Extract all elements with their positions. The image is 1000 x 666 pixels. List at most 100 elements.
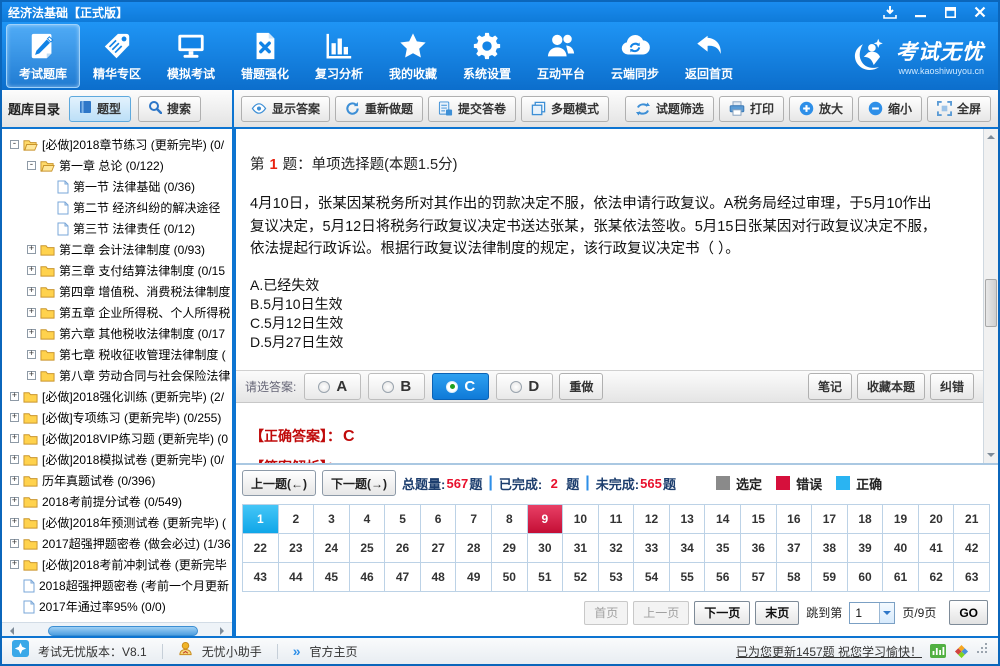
tree-item[interactable]: + 历年真题试卷 (0/396)	[2, 470, 232, 491]
notes-button[interactable]: 笔记	[808, 373, 852, 400]
grid-cell-62[interactable]: 62	[919, 563, 955, 592]
prev-question-button[interactable]: 上一题(←)	[242, 470, 316, 496]
grid-cell-53[interactable]: 53	[599, 563, 635, 592]
grid-cell-36[interactable]: 36	[741, 534, 777, 563]
go-button[interactable]: GO	[949, 600, 988, 625]
scrollbar-thumb[interactable]	[48, 626, 198, 636]
tree-item[interactable]: + [必做]2018年预测试卷 (更新完毕) (	[2, 512, 232, 533]
grid-cell-45[interactable]: 45	[314, 563, 350, 592]
stats-icon[interactable]	[930, 644, 946, 658]
grid-cell-11[interactable]: 11	[599, 505, 635, 534]
grid-cell-13[interactable]: 13	[670, 505, 706, 534]
tree-item[interactable]: - [必做]2018章节练习 (更新完毕) (0/	[2, 134, 232, 155]
tree-item[interactable]: 第二节 经济纠纷的解决途径	[2, 197, 232, 218]
tree-item[interactable]: + [必做]2018考前冲刺试卷 (更新完毕	[2, 554, 232, 575]
tree-item[interactable]: + 第二章 会计法律制度 (0/93)	[2, 239, 232, 260]
grid-cell-56[interactable]: 56	[705, 563, 741, 592]
grid-cell-57[interactable]: 57	[741, 563, 777, 592]
prev-page-button[interactable]: 上一页	[633, 601, 689, 625]
grid-cell-16[interactable]: 16	[777, 505, 813, 534]
grid-cell-42[interactable]: 42	[954, 534, 990, 563]
grid-cell-22[interactable]: 22	[243, 534, 279, 563]
resize-grip[interactable]	[977, 641, 988, 659]
grid-cell-30[interactable]: 30	[528, 534, 564, 563]
tree-item[interactable]: + 第八章 劳动合同与社会保险法律	[2, 365, 232, 386]
minimize-icon[interactable]	[912, 5, 928, 19]
tree-item[interactable]: + [必做]2018模拟试卷 (更新完毕) (0/	[2, 449, 232, 470]
maximize-icon[interactable]	[942, 5, 958, 19]
grid-cell-23[interactable]: 23	[279, 534, 315, 563]
zoom-in-button[interactable]: 放大	[789, 96, 853, 122]
filter-button[interactable]: 试题筛选	[625, 96, 714, 122]
grid-cell-60[interactable]: 60	[848, 563, 884, 592]
grid-cell-3[interactable]: 3	[314, 505, 350, 534]
scrollbar-thumb[interactable]	[985, 279, 997, 327]
question-type-button[interactable]: 题型	[69, 96, 131, 122]
toolbar-item-settings[interactable]: 系统设置	[450, 24, 524, 88]
scroll-down-arrow[interactable]	[984, 448, 998, 463]
search-button[interactable]: 搜索	[138, 96, 201, 122]
choice-C[interactable]: C	[432, 373, 489, 400]
grid-cell-58[interactable]: 58	[777, 563, 813, 592]
report-error-button[interactable]: 纠错	[930, 373, 974, 400]
grid-cell-26[interactable]: 26	[385, 534, 421, 563]
expand-toggle[interactable]: +	[27, 350, 36, 359]
update-notice-link[interactable]: 已为您更新1457题 祝您学习愉快！	[736, 643, 922, 660]
grid-cell-34[interactable]: 34	[670, 534, 706, 563]
last-page-button[interactable]: 末页	[755, 601, 799, 625]
toolbar-item-community[interactable]: 互动平台	[524, 24, 598, 88]
grid-cell-37[interactable]: 37	[777, 534, 813, 563]
grid-cell-6[interactable]: 6	[421, 505, 457, 534]
expand-toggle[interactable]: +	[27, 245, 36, 254]
grid-cell-41[interactable]: 41	[919, 534, 955, 563]
tree-item[interactable]: 2017年通过率95% (0/0)	[2, 596, 232, 617]
fullscreen-button[interactable]: 全屏	[927, 96, 991, 122]
tree-item[interactable]: 第一节 法律基础 (0/36)	[2, 176, 232, 197]
redo-button[interactable]: 重做	[559, 373, 603, 400]
grid-cell-27[interactable]: 27	[421, 534, 457, 563]
chevron-down-icon[interactable]	[879, 603, 894, 623]
grid-cell-25[interactable]: 25	[350, 534, 386, 563]
chevrons-icon[interactable]: »	[293, 643, 301, 659]
grid-cell-18[interactable]: 18	[848, 505, 884, 534]
grid-cell-24[interactable]: 24	[314, 534, 350, 563]
toolbar-item-error-drill[interactable]: 错题强化	[228, 24, 302, 88]
collapse-toggle[interactable]: -	[10, 140, 19, 149]
expand-toggle[interactable]: +	[27, 266, 36, 275]
official-home-link[interactable]: 官方主页	[310, 643, 358, 660]
toolbar-item-review[interactable]: 复习分析	[302, 24, 376, 88]
page-select[interactable]: 1	[849, 602, 895, 624]
submit-paper-button[interactable]: 提交答卷	[428, 96, 516, 122]
choice-A[interactable]: A	[304, 373, 361, 400]
grid-cell-46[interactable]: 46	[350, 563, 386, 592]
choice-B[interactable]: B	[368, 373, 425, 400]
grid-cell-2[interactable]: 2	[279, 505, 315, 534]
show-answer-button[interactable]: 显示答案	[241, 96, 330, 122]
expand-toggle[interactable]: +	[10, 560, 19, 569]
expand-toggle[interactable]: +	[27, 329, 36, 338]
grid-cell-50[interactable]: 50	[492, 563, 528, 592]
tree-item[interactable]: + 第六章 其他税收法律制度 (0/17	[2, 323, 232, 344]
tree-item[interactable]: + [必做]专项练习 (更新完毕) (0/255)	[2, 407, 232, 428]
toolbar-item-home[interactable]: 返回首页	[672, 24, 746, 88]
grid-cell-44[interactable]: 44	[279, 563, 315, 592]
toolbar-item-favorites[interactable]: 我的收藏	[376, 24, 450, 88]
grid-cell-7[interactable]: 7	[456, 505, 492, 534]
tree-item[interactable]: + 2017超强押题密卷 (做会必过) (1/36	[2, 533, 232, 554]
grid-cell-52[interactable]: 52	[563, 563, 599, 592]
grid-cell-35[interactable]: 35	[705, 534, 741, 563]
expand-toggle[interactable]: +	[10, 497, 19, 506]
tree-item[interactable]: + 第四章 增值税、消费税法律制度	[2, 281, 232, 302]
grid-cell-59[interactable]: 59	[812, 563, 848, 592]
expand-toggle[interactable]: +	[27, 308, 36, 317]
grid-cell-61[interactable]: 61	[883, 563, 919, 592]
grid-cell-63[interactable]: 63	[954, 563, 990, 592]
tree-item[interactable]: 2018超强押题密卷 (考前一个月更新	[2, 575, 232, 596]
tree-item[interactable]: - 第一章 总论 (0/122)	[2, 155, 232, 176]
grid-cell-38[interactable]: 38	[812, 534, 848, 563]
grid-cell-31[interactable]: 31	[563, 534, 599, 563]
download-icon[interactable]	[882, 5, 898, 19]
expand-toggle[interactable]: +	[10, 518, 19, 527]
tree-item[interactable]: 第三节 法律责任 (0/12)	[2, 218, 232, 239]
expand-toggle[interactable]: +	[10, 392, 19, 401]
